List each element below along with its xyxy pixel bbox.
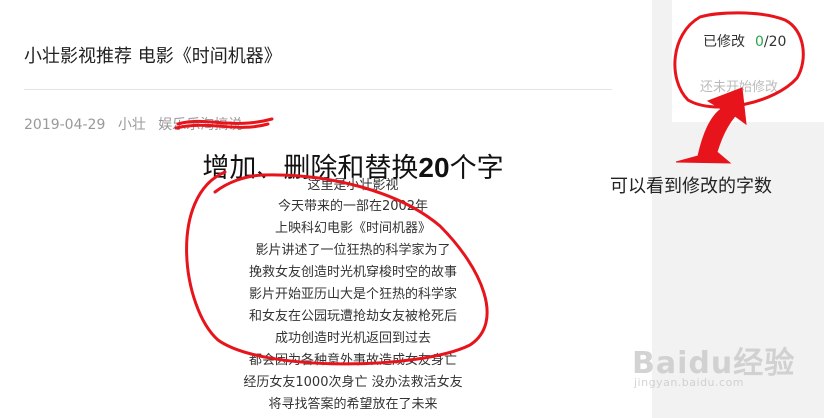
title-divider [24,89,612,90]
modified-label: 已修改 [703,34,745,50]
body-line[interactable]: 将寻找答案的希望放在了未来 [168,394,538,416]
watermark: Baidu经验 jingyan.baidu.com [632,338,795,389]
post-title[interactable]: 小壮影视推荐 电影《时间机器》 [24,42,282,68]
body-line[interactable]: 挽救女友创造时光机穿梭时空的故事 [168,262,538,284]
post-date: 2019-04-29 [24,117,106,133]
body-line[interactable]: 都会因为各种意外事故造成女友身亡 [168,350,538,372]
body-line[interactable]: 上映科幻电影《时间机器》 [168,218,538,240]
modification-hint: 还未开始修改 [700,80,779,95]
body-line[interactable]: 和女友在公园玩遭抢劫女友被枪死后 [168,306,538,328]
body-line[interactable]: 影片讲述了一位狂热的科学家为了 [168,240,538,262]
post-meta: 2019-04-29 小壮 娱乐乐淘搞说 [24,114,250,134]
modified-total: /20 [763,34,787,50]
annotation-note: 可以看到修改的字数 [610,176,772,197]
body-line[interactable]: 成功创造时光机返回到过去 [168,328,538,350]
post-author[interactable]: 小壮 [118,117,146,133]
post-tag[interactable]: 娱乐乐淘搞说 [158,117,242,133]
body-line[interactable]: 经历女友1000次身亡 没办法救活女友 [168,372,538,394]
editor-panel: 小壮影视推荐 电影《时间机器》 2019-04-29 小壮 娱乐乐淘搞说 增加、… [0,0,652,418]
watermark-site: jingyan.baidu.com [634,376,745,389]
modification-card [672,0,824,122]
modified-count: 0 [755,34,764,50]
body-line[interactable]: 影片开始亚历山大是个狂热的科学家 [168,284,538,306]
body-line[interactable]: 这里是小壮影视 [168,176,538,196]
body-line[interactable]: 今天带来的一部在2002年 [168,196,538,218]
post-body[interactable]: 这里是小壮影视 今天带来的一部在2002年 上映科幻电影《时间机器》 影片讲述了… [168,176,538,416]
modified-counter: 已修改 0/20 [703,31,786,51]
